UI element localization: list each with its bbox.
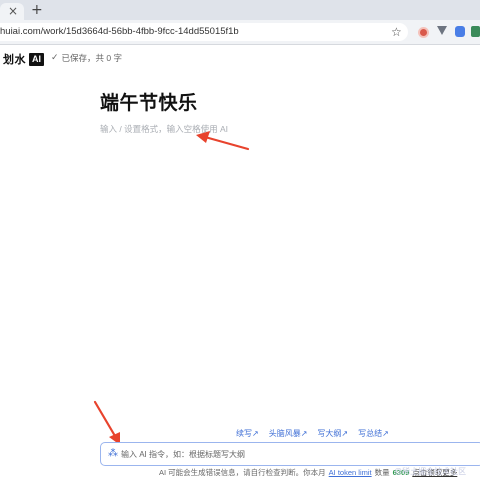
quick-action-outline[interactable]: 写大纲↗ [317, 428, 348, 439]
extension-triangle-icon[interactable] [437, 26, 447, 35]
browser-toolbar: huiai.com/work/15d3664d-56bb-4fbb-9fcc-1… [0, 20, 480, 45]
ai-sparkle-icon: ⁂ [108, 448, 118, 459]
bookmark-star-icon[interactable]: ☆ [391, 23, 402, 41]
extension-green-icon[interactable] [471, 26, 480, 37]
address-bar-url[interactable]: huiai.com/work/15d3664d-56bb-4fbb-9fcc-1… [0, 23, 239, 41]
quick-action-continue[interactable]: 续写↗ [236, 428, 259, 439]
quick-action-brainstorm[interactable]: 头脑风暴↗ [269, 428, 308, 439]
ai-quick-actions: 续写↗ 头脑风暴↗ 写大纲↗ 写总结↗ [236, 428, 389, 439]
app-logo[interactable]: 划水 AI [3, 52, 44, 66]
check-icon: ✓ [51, 53, 59, 63]
footer-disclaimer: AI 可能会生成错误信息，请自行检查判断。你本月 [159, 468, 326, 477]
quick-action-summary[interactable]: 写总结↗ [358, 428, 389, 439]
ai-token-limit-link[interactable]: AI token limit [329, 468, 372, 477]
document-title[interactable]: 端午节快乐 [100, 88, 198, 115]
tab-close-icon[interactable]: × [8, 3, 18, 20]
ai-command-bar[interactable]: ⁂ [100, 442, 480, 466]
annotation-overlay [93, 131, 250, 445]
annotation-arrow-bottom [93, 400, 120, 445]
new-tab-button[interactable]: + [31, 2, 43, 18]
extension-red-icon[interactable] [418, 27, 429, 38]
browser-tab[interactable]: × [0, 3, 24, 20]
browser-tab-strip: × + [0, 0, 480, 20]
extension-translate-icon[interactable] [455, 26, 465, 37]
address-bar[interactable]: huiai.com/work/15d3664d-56bb-4fbb-9fcc-1… [0, 23, 408, 41]
footer-quota-label: 数量 [374, 468, 390, 477]
brand-name: 划水 [3, 54, 26, 66]
ai-command-input[interactable] [121, 446, 461, 462]
save-status-text: 已保存，共 0 字 [61, 53, 122, 63]
document-body-placeholder[interactable]: 输入 / 设置格式，输入空格使用 AI [100, 123, 228, 135]
watermark: @稀土掘金技术社区 [394, 467, 467, 476]
brand-badge: AI [29, 52, 44, 66]
save-status: ✓ 已保存，共 0 字 [51, 52, 122, 65]
